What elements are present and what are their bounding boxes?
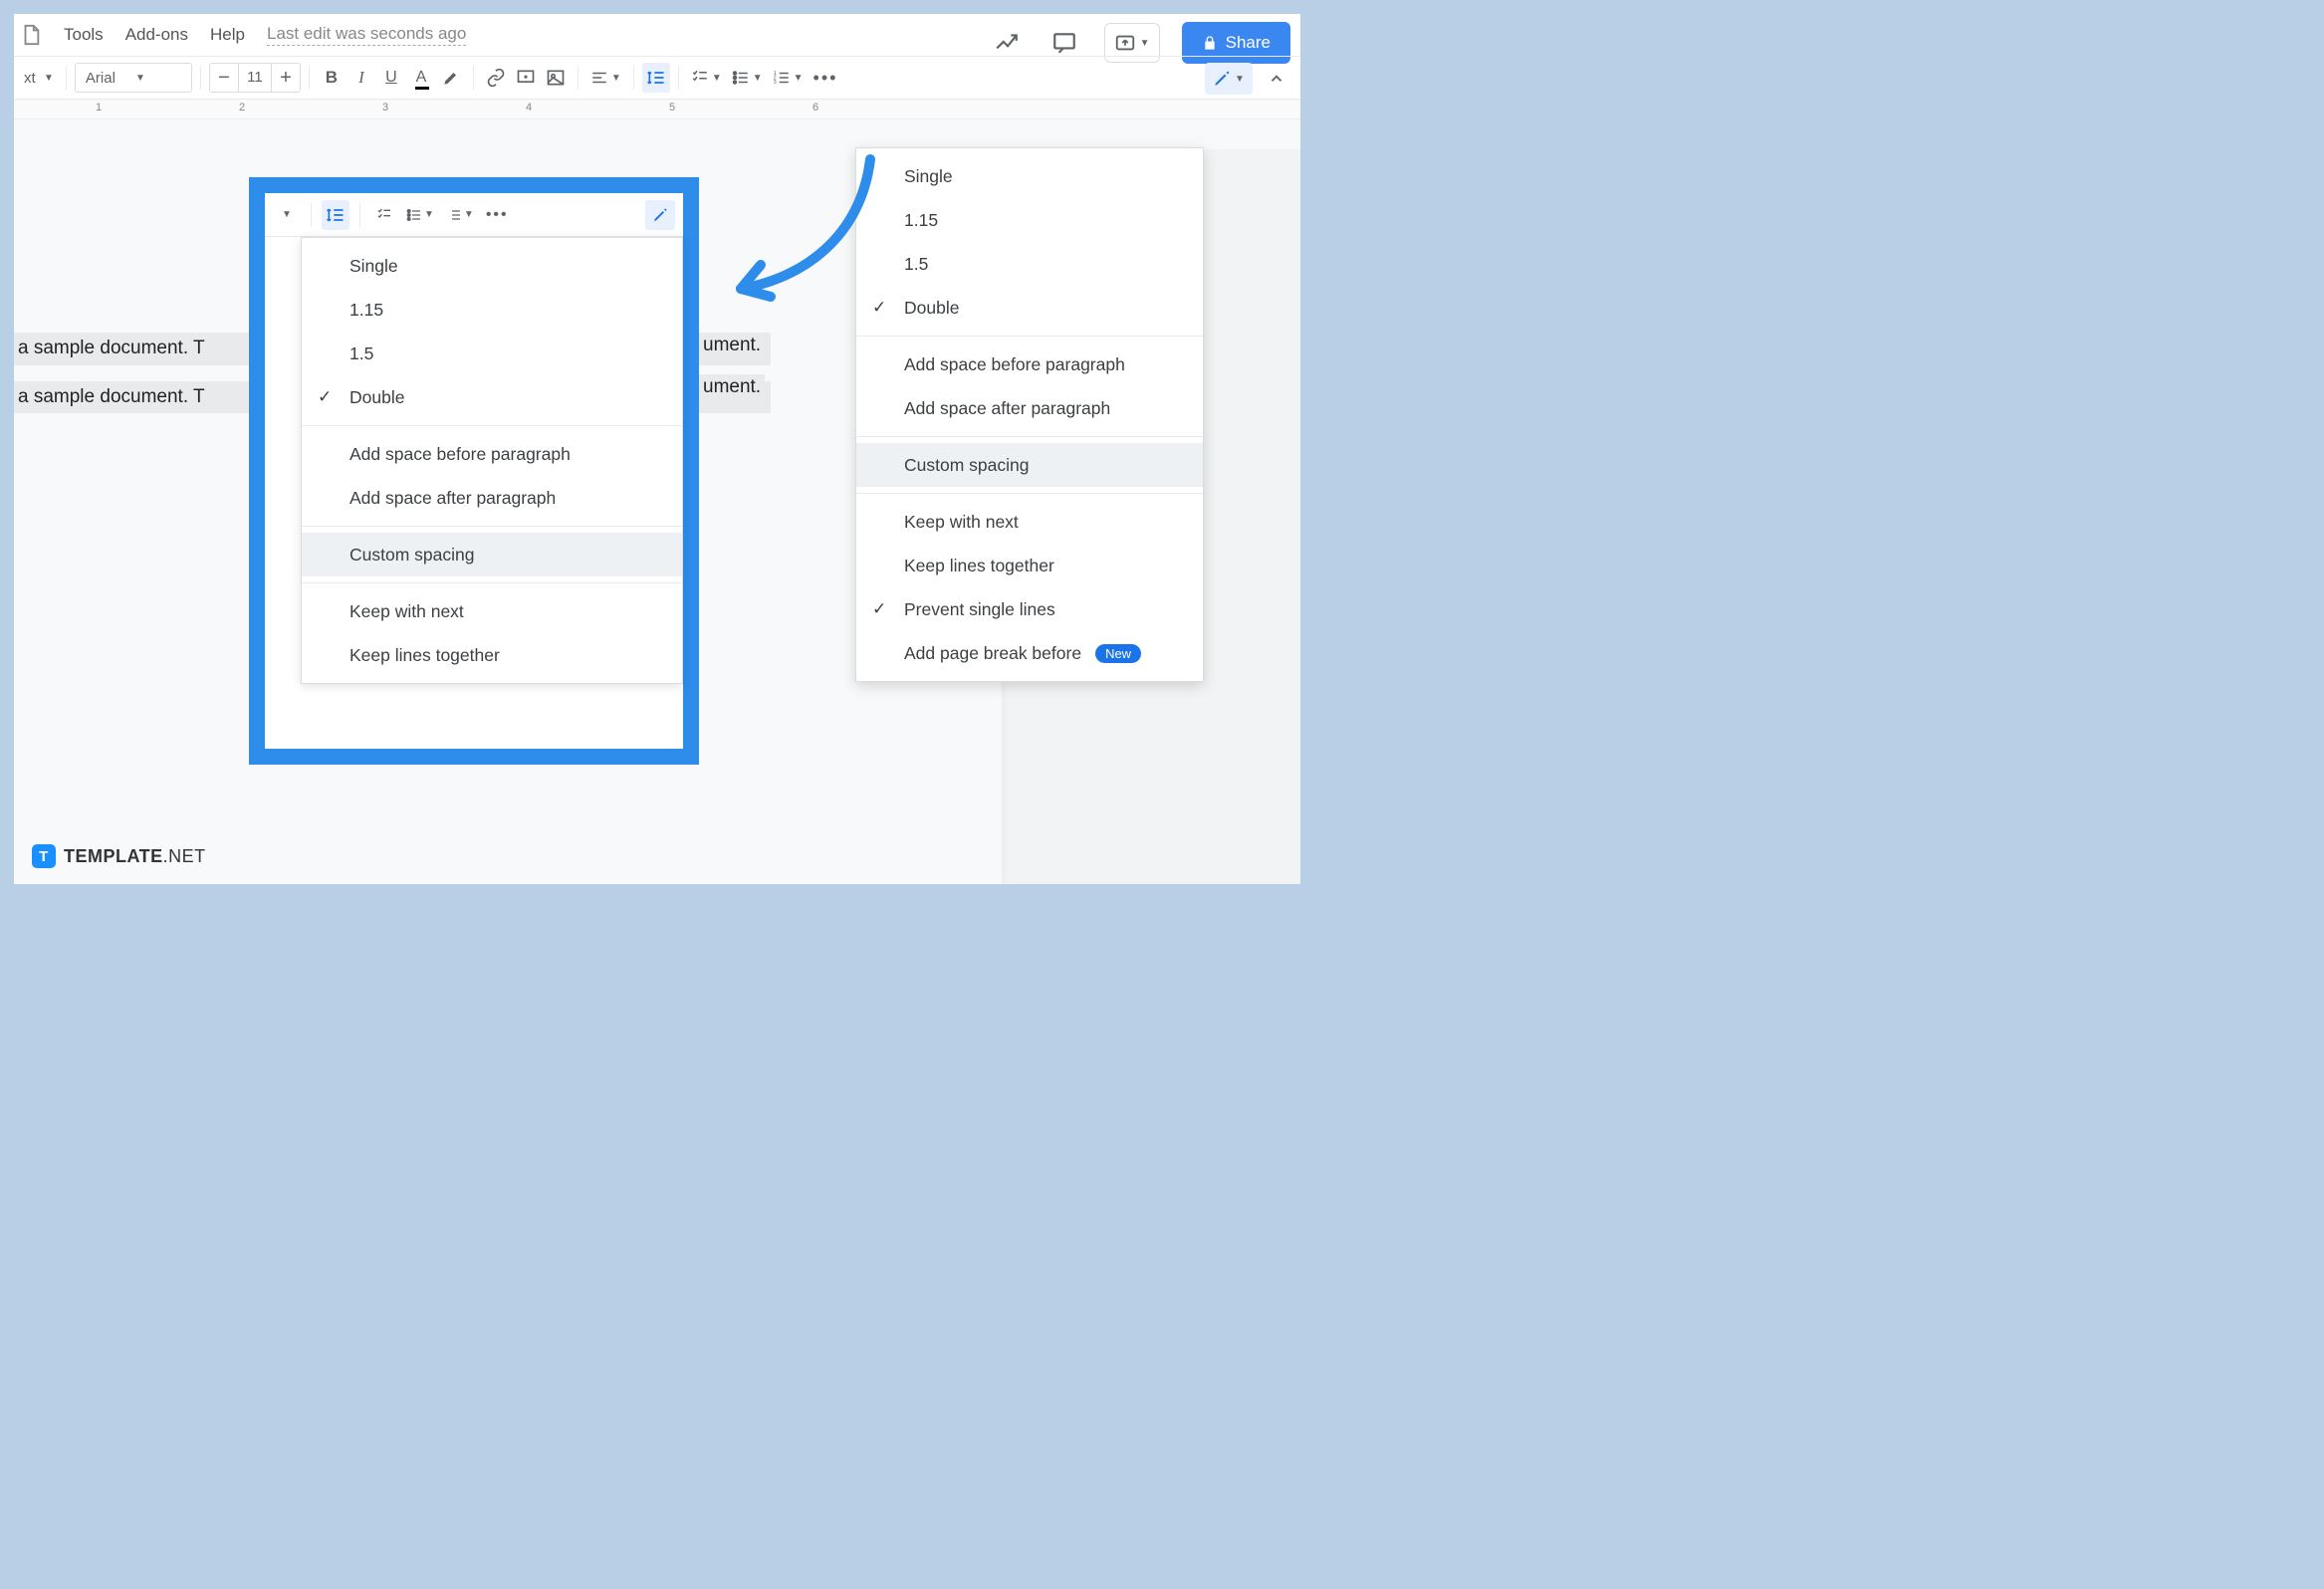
edit-pencil-icon[interactable] [645,200,675,230]
custom-spacing[interactable]: Custom spacing [302,533,682,576]
spacing-double[interactable]: ✓Double [856,286,1203,330]
highlight-dropdown: Single 1.15 1.5 ✓Double Add space before… [301,237,683,684]
bullet-list-button[interactable]: ▼ [728,63,767,93]
menu-tools[interactable]: Tools [64,25,104,45]
add-space-after[interactable]: Add space after paragraph [856,386,1203,430]
editing-mode-button[interactable]: ▼ [1205,63,1253,95]
custom-spacing[interactable]: Custom spacing [856,443,1203,487]
caret-down-icon[interactable]: ▼ [273,200,301,230]
numbered-list-button[interactable]: 123 ▼ [769,63,808,93]
spacing-15[interactable]: 1.5 [856,242,1203,286]
spacing-115[interactable]: 1.15 [856,198,1203,242]
checklist-button[interactable]: ▼ [687,63,726,93]
footer-logo: T TEMPLATE.NET [32,844,206,868]
numbered-list-button[interactable]: ▼ [442,200,478,230]
align-button[interactable]: ▼ [586,63,625,93]
keep-with-next[interactable]: Keep with next [856,500,1203,544]
check-icon: ✓ [318,387,332,407]
keep-with-next[interactable]: Keep with next [302,589,682,633]
spacing-15[interactable]: 1.5 [302,332,682,375]
text-fragment: ument. ument. [699,333,765,400]
document-canvas[interactable]: a sample document. T a sample document. … [14,119,1300,884]
add-space-before[interactable]: Add space before paragraph [302,432,682,476]
share-label: Share [1226,33,1271,53]
bold-button[interactable]: B [318,63,346,93]
font-select[interactable]: Arial ▼ [75,63,192,93]
underline-button[interactable]: U [377,63,405,93]
italic-button[interactable]: I [348,63,375,93]
highlight-callout: ▼ ▼ ▼ [249,177,699,765]
styles-dropdown[interactable]: xt ▼ [20,63,58,93]
decrease-size[interactable]: − [210,64,238,92]
font-size-control[interactable]: − 11 + [209,63,301,93]
keep-lines-together[interactable]: Keep lines together [302,633,682,677]
comment-button[interactable] [512,63,540,93]
increase-size[interactable]: + [272,64,300,92]
doc-outline-icon [20,21,42,49]
line-spacing-button[interactable] [322,200,349,230]
keep-lines-together[interactable]: Keep lines together [856,544,1203,587]
svg-text:3: 3 [773,80,776,86]
spacing-double[interactable]: ✓Double [302,375,682,419]
ruler: 1 2 3 4 5 6 [14,100,1300,119]
spacing-single[interactable]: Single [856,154,1203,198]
line-spacing-button[interactable] [642,63,670,93]
collapse-button[interactable] [1263,64,1290,94]
menu-help[interactable]: Help [210,25,245,45]
edit-status[interactable]: Last edit was seconds ago [267,24,466,46]
caret-down-icon: ▼ [135,73,145,84]
add-space-before[interactable]: Add space before paragraph [856,342,1203,386]
spacing-single[interactable]: Single [302,244,682,288]
logo-icon: T [32,844,56,868]
highlight-button[interactable] [437,63,465,93]
check-icon: ✓ [872,298,886,318]
more-button[interactable]: ••• [482,200,513,230]
caret-down-icon: ▼ [1235,74,1245,85]
add-space-after[interactable]: Add space after paragraph [302,476,682,520]
check-icon: ✓ [872,599,886,619]
caret-down-icon: ▼ [1140,38,1150,49]
text-color-button[interactable]: A [407,63,435,93]
toolbar: xt ▼ Arial ▼ − 11 + B I U A [14,56,1300,100]
font-size-value[interactable]: 11 [238,64,272,92]
checklist-button[interactable] [370,200,398,230]
menu-addons[interactable]: Add-ons [125,25,188,45]
image-button[interactable] [542,63,570,93]
highlight-toolbar: ▼ ▼ ▼ [265,193,683,237]
more-button[interactable]: ••• [810,63,842,93]
spacing-115[interactable]: 1.15 [302,288,682,332]
line-spacing-dropdown: Single 1.15 1.5 ✓Double Add space before… [855,147,1204,682]
add-page-break-before[interactable]: Add page break beforeNew [856,631,1203,675]
bullet-list-button[interactable]: ▼ [402,200,438,230]
new-badge: New [1095,644,1141,663]
link-button[interactable] [482,63,510,93]
prevent-single-lines[interactable]: ✓Prevent single lines [856,587,1203,631]
